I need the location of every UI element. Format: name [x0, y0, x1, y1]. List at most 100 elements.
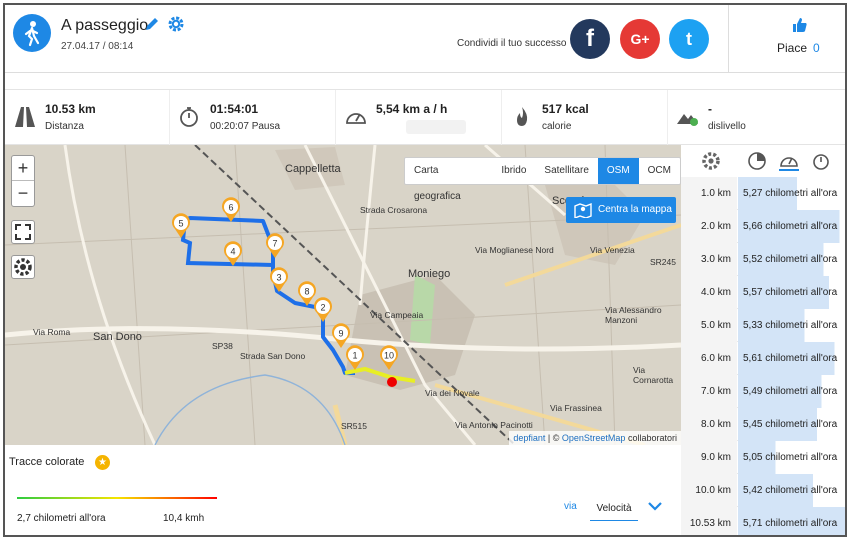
facebook-share-button[interactable]: f — [570, 19, 610, 59]
split-speed: 5,71 chilometri all'ora — [738, 507, 845, 535]
center-map-label: Centra la mappa — [598, 204, 672, 215]
twitter-share-button[interactable]: t — [669, 19, 709, 59]
road-icon — [13, 106, 37, 128]
km-marker-7[interactable]: 7 — [265, 233, 285, 259]
layer-switcher: Carta geografica Ibrido Satellitare OSM … — [404, 157, 681, 202]
place-label: Via Antonio Pacinotti — [455, 420, 533, 430]
zoom-out-button[interactable]: − — [12, 181, 34, 206]
km-marker-3[interactable]: 3 — [269, 267, 289, 293]
stat-label: 00:20:07 Pausa — [210, 121, 281, 132]
svg-text:3: 3 — [276, 273, 281, 283]
layer-map[interactable]: Carta geografica — [405, 158, 492, 202]
thumbs-up-icon[interactable] — [792, 17, 808, 33]
route-map[interactable]: Cappelletta Moniego San Dono Scorzè SP38… — [5, 145, 681, 445]
svg-text:1: 1 — [352, 351, 357, 361]
layer-satellite[interactable]: Satellitare — [535, 158, 597, 184]
chevron-down-icon[interactable] — [646, 497, 664, 515]
stat-calories: 517 kcal calorie — [502, 90, 668, 146]
split-row: 6.0 km 5,61 chilometri all'ora — [681, 342, 845, 375]
split-row: 8.0 km 5,45 chilometri all'ora — [681, 408, 845, 441]
km-marker-4[interactable]: 4 — [223, 241, 243, 267]
zoom-in-button[interactable]: + — [12, 156, 34, 181]
stat-distance: 10.53 km Distanza — [5, 90, 170, 146]
svg-text:4: 4 — [230, 247, 235, 257]
split-speed: 5,27 chilometri all'ora — [738, 177, 845, 210]
walking-icon — [13, 14, 51, 52]
layer-osm[interactable]: OSM — [597, 158, 639, 184]
layer-ocm[interactable]: OCM — [639, 158, 680, 184]
place-label: Cappelletta — [285, 163, 341, 175]
pie-chart-icon[interactable] — [747, 151, 767, 171]
split-km: 8.0 km — [681, 408, 737, 441]
leaflet-link[interactable]: depfiant — [513, 433, 545, 443]
split-km: 5.0 km — [681, 309, 737, 342]
split-km: 9.0 km — [681, 441, 737, 474]
split-speed: 5,42 chilometri all'ora — [738, 474, 845, 507]
km-marker-8[interactable]: 8 — [297, 281, 317, 307]
split-km: 10.53 km — [681, 507, 737, 535]
svg-text:6: 6 — [228, 203, 233, 213]
split-km: 7.0 km — [681, 375, 737, 408]
activity-title: A passeggio — [61, 17, 149, 34]
place-label: Via Alessandro Manzoni — [605, 305, 662, 325]
layer-hybrid[interactable]: Ibrido — [492, 158, 535, 184]
star-icon[interactable]: ★ — [95, 455, 110, 470]
svg-text:5: 5 — [178, 219, 183, 229]
google-plus-share-button[interactable]: G+ — [620, 19, 660, 59]
svg-text:7: 7 — [272, 239, 277, 249]
like-label: Piace — [777, 41, 808, 55]
color-by-select[interactable]: Velocità — [590, 497, 638, 521]
gear-icon — [14, 258, 32, 276]
svg-text:9: 9 — [338, 329, 343, 339]
km-marker-9[interactable]: 9 — [331, 323, 351, 349]
stat-speed: 5,54 km a / h — [336, 90, 502, 146]
place-label: SR515 — [341, 421, 367, 431]
fullscreen-icon — [15, 224, 31, 240]
edit-pencil-icon[interactable] — [144, 15, 160, 33]
split-speed: 5,45 chilometri all'ora — [738, 408, 845, 441]
place-label: Via Roma — [33, 327, 71, 337]
stat-value: - — [708, 102, 712, 116]
split-speed: 5,57 chilometri all'ora — [738, 276, 845, 309]
timer-icon[interactable] — [811, 151, 831, 171]
stat-label: Distanza — [45, 121, 84, 132]
map-canvas — [5, 145, 681, 445]
activity-header: A passeggio 27.04.17 / 08:14 Condividi i… — [5, 5, 845, 73]
split-km: 1.0 km — [681, 177, 737, 210]
stats-bar: 10.53 km Distanza 01:54:01 00:20:07 Paus… — [5, 89, 845, 146]
like-box[interactable]: Piace 0 — [728, 5, 845, 73]
svg-text:10: 10 — [384, 351, 394, 361]
fullscreen-button[interactable] — [11, 220, 35, 244]
split-km: 2.0 km — [681, 210, 737, 243]
split-row: 10.0 km 5,42 chilometri all'ora — [681, 474, 845, 507]
svg-text:8: 8 — [304, 287, 309, 297]
center-map-button[interactable]: Centra la mappa — [566, 197, 676, 223]
settings-gear-icon[interactable] — [167, 15, 185, 33]
place-label: Moniego — [408, 268, 451, 280]
zoom-control: + − — [11, 155, 35, 207]
split-speed: 5,61 chilometri all'ora — [738, 342, 845, 375]
place-label: Strada San Dono — [240, 351, 306, 361]
stopwatch-icon — [178, 106, 202, 128]
map-pin-icon — [574, 202, 592, 218]
app-frame: A passeggio 27.04.17 / 08:14 Condividi i… — [3, 3, 847, 537]
split-row: 4.0 km 5,57 chilometri all'ora — [681, 276, 845, 309]
split-km: 3.0 km — [681, 243, 737, 276]
split-speed: 5,49 chilometri all'ora — [738, 375, 845, 408]
split-speed: 5,05 chilometri all'ora — [738, 441, 845, 474]
km-marker-6[interactable]: 6 — [221, 197, 241, 223]
speedometer-icon — [344, 106, 368, 128]
place-label: Via dei Novale — [425, 388, 480, 398]
stat-label-placeholder — [406, 120, 466, 134]
osm-link[interactable]: OpenStreetMap — [562, 433, 626, 443]
km-marker-5[interactable]: 5 — [171, 213, 191, 239]
place-label: Via Campeaia — [370, 310, 424, 320]
stat-value: 01:54:01 — [210, 102, 259, 116]
split-km: 6.0 km — [681, 342, 737, 375]
km-marker-10[interactable]: 10 — [379, 345, 399, 371]
speedometer-tab-icon[interactable] — [779, 151, 799, 171]
stat-value: 5,54 km a / h — [376, 102, 448, 116]
gear-icon[interactable] — [701, 151, 721, 171]
splits-header — [681, 145, 845, 177]
map-settings-button[interactable] — [11, 255, 35, 279]
